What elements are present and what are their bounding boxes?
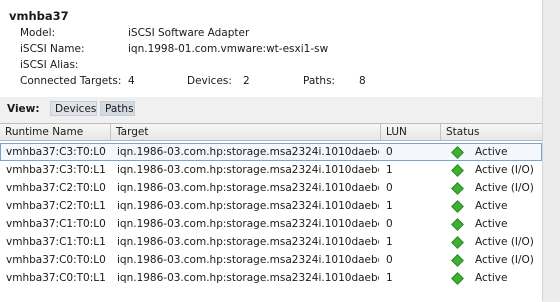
devices-view-button[interactable]: Devices [50, 101, 97, 116]
target-cell: iqn.1986-03.com.hp:storage.msa2324i.1010… [117, 272, 379, 284]
green-diamond-icon [451, 146, 464, 159]
lun-cell: 1 [386, 164, 393, 176]
paths-label: Paths: [303, 75, 336, 87]
iscsi-name-value: iqn.1998-01.com.vmware:wt-esxi1-sw [128, 43, 329, 55]
devices-label: Devices: [187, 75, 232, 87]
column-header-target[interactable]: Target [111, 124, 381, 140]
runtime-name-cell: vmhba37:C3:T0:L1 [6, 164, 106, 176]
runtime-name-cell: vmhba37:C1:T0:L1 [6, 236, 106, 248]
lun-cell: 1 [386, 236, 393, 248]
connected-targets-label: Connected Targets: [20, 75, 122, 87]
lun-cell: 1 [386, 200, 393, 212]
table-row[interactable]: vmhba37:C0:T0:L0 iqn.1986-03.com.hp:stor… [0, 251, 542, 269]
view-label: View: [7, 103, 40, 115]
target-cell: iqn.1986-03.com.hp:storage.msa2324i.1010… [117, 164, 379, 176]
table-row[interactable]: vmhba37:C1:T0:L0 iqn.1986-03.com.hp:stor… [0, 215, 542, 233]
column-header-lun[interactable]: LUN [381, 124, 441, 140]
green-diamond-icon [451, 272, 464, 285]
lun-cell: 0 [386, 146, 393, 158]
green-diamond-icon [451, 200, 464, 213]
runtime-name-cell: vmhba37:C2:T0:L1 [6, 200, 106, 212]
runtime-name-cell: vmhba37:C0:T0:L0 [6, 254, 106, 266]
target-cell: iqn.1986-03.com.hp:storage.msa2324i.1010… [117, 218, 379, 230]
runtime-name-cell: vmhba37:C2:T0:L0 [6, 182, 106, 194]
status-cell: Active [475, 200, 508, 212]
iscsi-name-label: iSCSI Name: [20, 43, 85, 55]
vertical-scrollbar[interactable] [542, 0, 560, 301]
runtime-name-cell: vmhba37:C0:T0:L1 [6, 272, 106, 284]
status-cell: Active [475, 146, 508, 158]
status-cell: Active (I/O) [475, 164, 534, 176]
green-diamond-icon [451, 254, 464, 267]
paths-value: 8 [359, 75, 366, 87]
target-cell: iqn.1986-03.com.hp:storage.msa2324i.1010… [117, 146, 379, 158]
paths-view-button[interactable]: Paths [100, 101, 135, 116]
table-header: Runtime Name Target LUN Status [0, 124, 542, 141]
green-diamond-icon [451, 236, 464, 249]
lun-cell: 1 [386, 272, 393, 284]
column-header-runtime-name[interactable]: Runtime Name [0, 124, 111, 140]
lun-cell: 0 [386, 218, 393, 230]
status-cell: Active (I/O) [475, 182, 534, 194]
table-row[interactable]: vmhba37:C3:T0:L1 iqn.1986-03.com.hp:stor… [0, 161, 542, 179]
lun-cell: 0 [386, 182, 393, 194]
target-cell: iqn.1986-03.com.hp:storage.msa2324i.1010… [117, 236, 379, 248]
paths-table: Runtime Name Target LUN Status vmhba37:C… [0, 123, 542, 302]
iscsi-alias-label: iSCSI Alias: [20, 59, 79, 71]
devices-value: 2 [243, 75, 250, 87]
green-diamond-icon [451, 164, 464, 177]
adapter-title: vmhba37 [9, 9, 69, 23]
table-row[interactable]: vmhba37:C1:T0:L1 iqn.1986-03.com.hp:stor… [0, 233, 542, 251]
table-row[interactable]: vmhba37:C3:T0:L0 iqn.1986-03.com.hp:stor… [0, 143, 542, 161]
target-cell: iqn.1986-03.com.hp:storage.msa2324i.1010… [117, 182, 379, 194]
lun-cell: 0 [386, 254, 393, 266]
table-row[interactable]: vmhba37:C2:T0:L0 iqn.1986-03.com.hp:stor… [0, 179, 542, 197]
target-cell: iqn.1986-03.com.hp:storage.msa2324i.1010… [117, 200, 379, 212]
view-toolbar: View: Devices Paths [0, 98, 542, 120]
connected-targets-value: 4 [128, 75, 135, 87]
model-value: iSCSI Software Adapter [128, 27, 250, 39]
table-row[interactable]: vmhba37:C2:T0:L1 iqn.1986-03.com.hp:stor… [0, 197, 542, 215]
model-label: Model: [20, 27, 56, 39]
table-row[interactable]: vmhba37:C0:T0:L1 iqn.1986-03.com.hp:stor… [0, 269, 542, 287]
status-cell: Active [475, 272, 508, 284]
status-cell: Active (I/O) [475, 236, 534, 248]
target-cell: iqn.1986-03.com.hp:storage.msa2324i.1010… [117, 254, 379, 266]
status-cell: Active (I/O) [475, 254, 534, 266]
green-diamond-icon [451, 182, 464, 195]
runtime-name-cell: vmhba37:C3:T0:L0 [6, 146, 106, 158]
status-cell: Active [475, 218, 508, 230]
runtime-name-cell: vmhba37:C1:T0:L0 [6, 218, 106, 230]
green-diamond-icon [451, 218, 464, 231]
column-header-status[interactable]: Status [441, 124, 542, 140]
adapter-details-panel: vmhba37 Model: iSCSI Software Adapter iS… [0, 0, 542, 97]
